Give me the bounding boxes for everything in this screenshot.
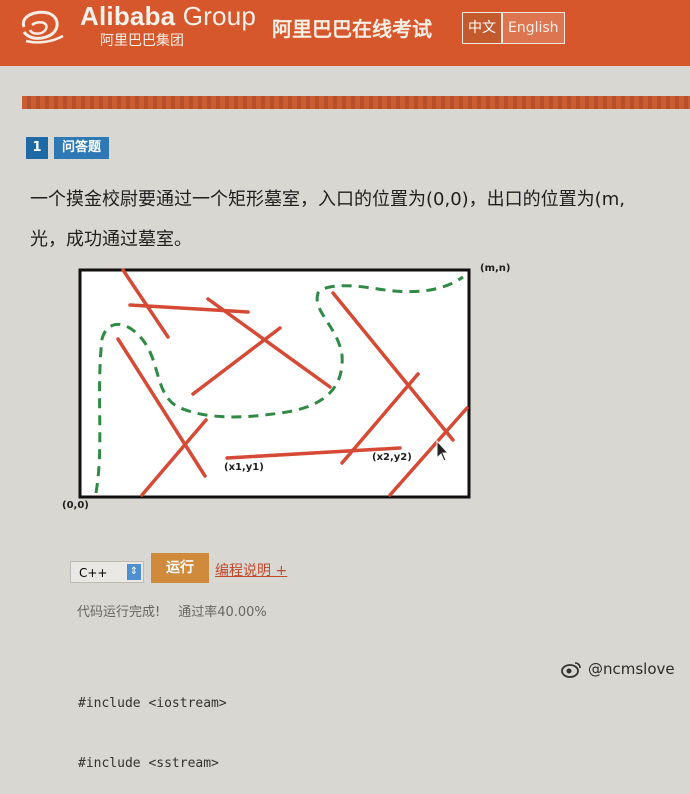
progress-stripe bbox=[22, 96, 690, 109]
weibo-watermark: @ncmslove bbox=[560, 660, 675, 678]
tomb-diagram bbox=[78, 268, 471, 499]
code-line-1: #include <iostream> bbox=[78, 696, 227, 711]
brand-name: Alibaba Group bbox=[80, 1, 256, 32]
question-number-badge: 1 bbox=[26, 137, 48, 159]
language-switch: 中文 English bbox=[462, 12, 565, 44]
alibaba-logo-icon bbox=[21, 10, 64, 44]
label-m-n: (m,n) bbox=[480, 263, 511, 274]
question-line-1: 一个摸金校尉要通过一个矩形墓室，入口的位置为(0,0)，出口的位置为(m, bbox=[30, 189, 625, 210]
label-x1-y1: (x1,y1) bbox=[224, 462, 264, 473]
code-line-2: #include <sstream> bbox=[78, 756, 219, 771]
lang-zh-button[interactable]: 中文 bbox=[462, 12, 502, 44]
programming-help-link[interactable]: 编程说明 + bbox=[215, 560, 287, 580]
code-editor[interactable]: #include <iostream> #include <sstream> bbox=[78, 654, 227, 794]
brand-subtitle: 阿里巴巴集团 bbox=[100, 33, 184, 49]
label-x2-y2: (x2,y2) bbox=[372, 452, 412, 463]
question-line-2: 光，成功通过墓室。 bbox=[30, 229, 192, 250]
run-status: 代码运行完成! 通过率40.00% bbox=[77, 601, 267, 620]
language-select-value: C++ bbox=[79, 566, 108, 580]
header-bar: Alibaba Group 阿里巴巴集团 阿里巴巴在线考试 中文 English bbox=[0, 0, 690, 66]
status-text: 代码运行完成! bbox=[77, 605, 161, 620]
label-origin: (0,0) bbox=[62, 500, 89, 511]
question-type-badge: 问答题 bbox=[54, 137, 110, 159]
weibo-icon bbox=[561, 662, 581, 678]
select-arrows-icon[interactable]: ⇕ bbox=[127, 564, 141, 580]
run-button[interactable]: 运行 bbox=[151, 553, 209, 583]
watermark-handle: @ncmslove bbox=[588, 660, 675, 678]
exam-title: 阿里巴巴在线考试 bbox=[272, 17, 432, 41]
mouse-cursor-icon bbox=[436, 440, 450, 462]
lang-en-button[interactable]: English bbox=[502, 12, 565, 44]
brand-alibaba: Alibaba bbox=[80, 1, 176, 31]
pass-rate: 通过率40.00% bbox=[178, 605, 267, 620]
brand-group: Group bbox=[182, 1, 257, 31]
language-select[interactable]: C++ ⇕ bbox=[70, 561, 144, 583]
question-text: 一个摸金校尉要通过一个矩形墓室，入口的位置为(0,0)，出口的位置为(m, 光，… bbox=[30, 180, 680, 260]
